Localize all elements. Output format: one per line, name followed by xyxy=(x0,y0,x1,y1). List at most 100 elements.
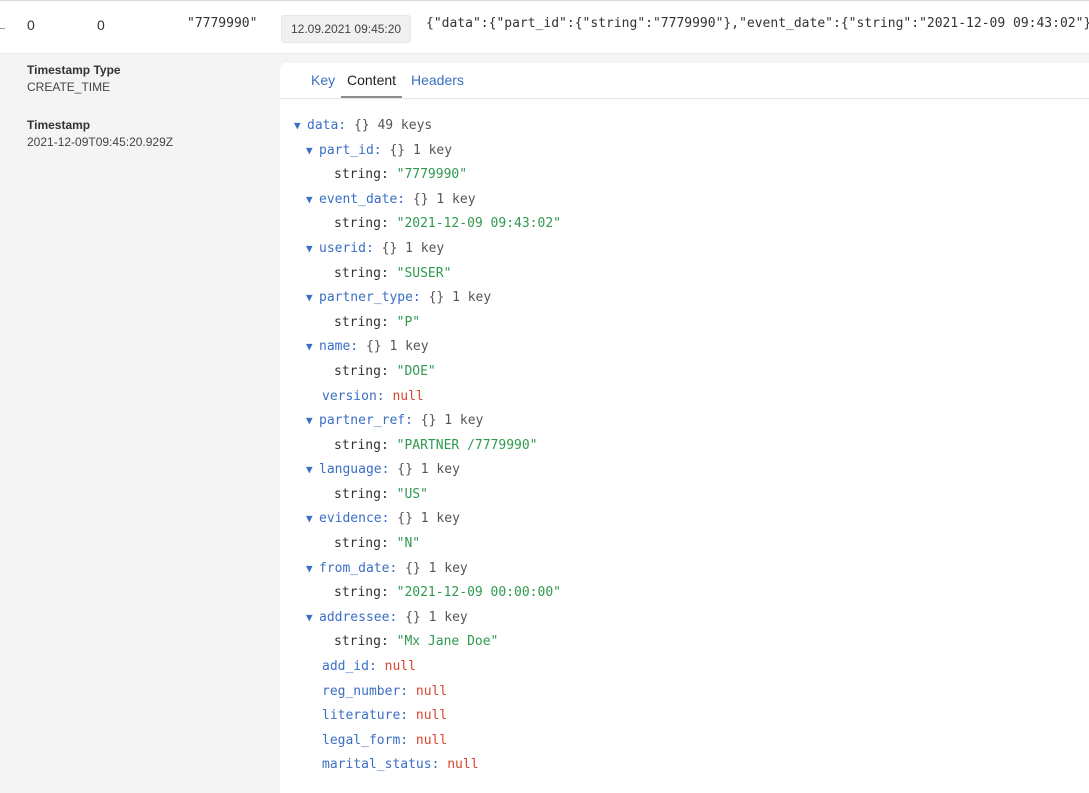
json-key: userid: xyxy=(319,241,374,256)
partition-cell: 0 xyxy=(97,17,105,33)
json-null-value: null xyxy=(415,733,448,748)
triangle-down-icon[interactable]: ▼ xyxy=(306,141,319,161)
tab-key[interactable]: Key xyxy=(311,72,335,96)
json-key: name: xyxy=(319,339,359,354)
json-type: {} xyxy=(389,143,406,158)
json-type: {} xyxy=(397,462,413,477)
timestamp-type-label: Timestamp Type xyxy=(27,63,121,77)
json-type: {} xyxy=(405,561,421,576)
json-key: evidence: xyxy=(319,511,390,526)
key-cell: "7779990" xyxy=(187,16,258,31)
timestamp-block: Timestamp 2021-12-09T09:45:20.929Z xyxy=(27,117,173,151)
json-leaf: string: "2021-12-09 00:00:00" xyxy=(334,583,561,603)
triangle-down-icon[interactable]: ▼ xyxy=(306,288,319,308)
json-node-part_id[interactable]: ▼ part_id: {} 1 key xyxy=(306,141,452,161)
json-node-partner_ref[interactable]: ▼ partner_ref: {} 1 key xyxy=(306,411,483,431)
json-string-value: "N" xyxy=(396,536,421,551)
json-node-legal_form: legal_form: null xyxy=(322,731,447,751)
json-string-value: "2021-12-09 09:43:02" xyxy=(396,216,561,231)
tab-headers[interactable]: Headers xyxy=(411,72,464,96)
json-key: data: xyxy=(307,118,347,133)
json-key: string: xyxy=(334,315,389,330)
json-leaf: string: "P" xyxy=(334,313,420,333)
tab-content[interactable]: Content xyxy=(341,72,403,98)
json-leaf: string: "7779990" xyxy=(334,165,467,185)
timestamp-badge: 12.09.2021 09:45:20 xyxy=(281,15,412,43)
triangle-down-icon[interactable]: ▼ xyxy=(306,559,319,579)
json-key: part_id: xyxy=(319,143,382,158)
json-node-data[interactable]: ▼ data: {} 49 keys xyxy=(294,116,432,136)
json-key: addressee: xyxy=(319,610,398,625)
json-key: string: xyxy=(334,438,389,453)
triangle-down-icon[interactable]: ▼ xyxy=(306,239,319,259)
json-type: {} xyxy=(412,192,429,207)
json-key: from_date: xyxy=(319,561,398,576)
json-key: language: xyxy=(319,462,390,477)
triangle-down-icon[interactable]: ▼ xyxy=(294,116,307,136)
row-expand-line[interactable] xyxy=(0,28,5,29)
json-node-from_date[interactable]: ▼ from_date: {} 1 key xyxy=(306,559,468,579)
json-node-name[interactable]: ▼ name: {} 1 key xyxy=(306,337,429,357)
json-type: {} xyxy=(365,339,382,354)
json-type: {} xyxy=(353,118,370,133)
json-key: string: xyxy=(334,634,389,649)
json-leaf: string: "Mx Jane Doe" xyxy=(334,632,498,652)
triangle-down-icon[interactable]: ▼ xyxy=(306,608,319,628)
message-row[interactable]: 0 0 "7779990" 12.09.2021 09:45:20 {"data… xyxy=(0,0,1089,54)
offset-cell: 0 xyxy=(27,17,35,33)
triangle-down-icon[interactable]: ▼ xyxy=(306,337,319,357)
json-key: partner_type: xyxy=(319,290,421,305)
json-node-language[interactable]: ▼ language: {} 1 key xyxy=(306,460,460,480)
json-key: legal_form: xyxy=(322,733,409,748)
json-key: marital_status: xyxy=(322,757,440,772)
json-count: 1 key xyxy=(420,511,460,526)
triangle-down-icon[interactable]: ▼ xyxy=(306,509,319,529)
json-node-version: version: null xyxy=(322,387,424,407)
triangle-down-icon[interactable]: ▼ xyxy=(306,190,319,210)
json-node-partner_type[interactable]: ▼ partner_type: {} 1 key xyxy=(306,288,491,308)
content-preview-cell: {"data":{"part_id":{"string":"7779990"},… xyxy=(426,16,1089,31)
json-key: literature: xyxy=(322,708,409,723)
json-string-value: "Mx Jane Doe" xyxy=(396,634,499,649)
json-key: partner_ref: xyxy=(319,413,413,428)
json-count: 1 key xyxy=(428,561,468,576)
json-leaf: string: "N" xyxy=(334,534,420,554)
json-node-add_id: add_id: null xyxy=(322,657,416,677)
json-count: 49 keys xyxy=(377,118,433,133)
json-key: string: xyxy=(334,167,389,182)
json-type: {} xyxy=(381,241,398,256)
json-count: 1 key xyxy=(420,462,460,477)
json-key: string: xyxy=(334,536,389,551)
json-string-value: "P" xyxy=(396,315,421,330)
json-count: 1 key xyxy=(405,241,445,256)
json-node-addressee[interactable]: ▼ addressee: {} 1 key xyxy=(306,608,468,628)
json-key: event_date: xyxy=(319,192,406,207)
json-count: 1 key xyxy=(436,192,476,207)
json-leaf: string: "2021-12-09 09:43:02" xyxy=(334,214,561,234)
json-leaf: string: "DOE" xyxy=(334,362,436,382)
json-node-marital_status: marital_status: null xyxy=(322,755,479,775)
json-count: 1 key xyxy=(452,290,492,305)
json-node-userid[interactable]: ▼ userid: {} 1 key xyxy=(306,239,444,259)
json-string-value: "7779990" xyxy=(396,167,468,182)
json-key: reg_number: xyxy=(322,684,409,699)
triangle-down-icon[interactable]: ▼ xyxy=(306,460,319,480)
json-key: string: xyxy=(334,266,389,281)
timestamp-label: Timestamp xyxy=(27,118,91,132)
json-key: add_id: xyxy=(322,659,377,674)
json-key: string: xyxy=(334,585,389,600)
json-count: 1 key xyxy=(389,339,429,354)
json-type: {} xyxy=(420,413,437,428)
json-count: 1 key xyxy=(428,610,468,625)
json-node-evidence[interactable]: ▼ evidence: {} 1 key xyxy=(306,509,460,529)
triangle-down-icon[interactable]: ▼ xyxy=(306,411,319,431)
json-node-event_date[interactable]: ▼ event_date: {} 1 key xyxy=(306,190,476,210)
json-type: {} xyxy=(397,511,413,526)
timestamp-type-block: Timestamp Type CREATE_TIME xyxy=(27,62,121,96)
timestamp-value: 2021-12-09T09:45:20.929Z xyxy=(27,135,174,149)
detail-tabs: Key Content Headers xyxy=(280,63,1089,99)
json-leaf: string: "US" xyxy=(334,485,428,505)
timestamp-type-value: CREATE_TIME xyxy=(27,80,111,94)
json-null-value: null xyxy=(415,708,448,723)
json-node-reg_number: reg_number: null xyxy=(322,682,447,702)
